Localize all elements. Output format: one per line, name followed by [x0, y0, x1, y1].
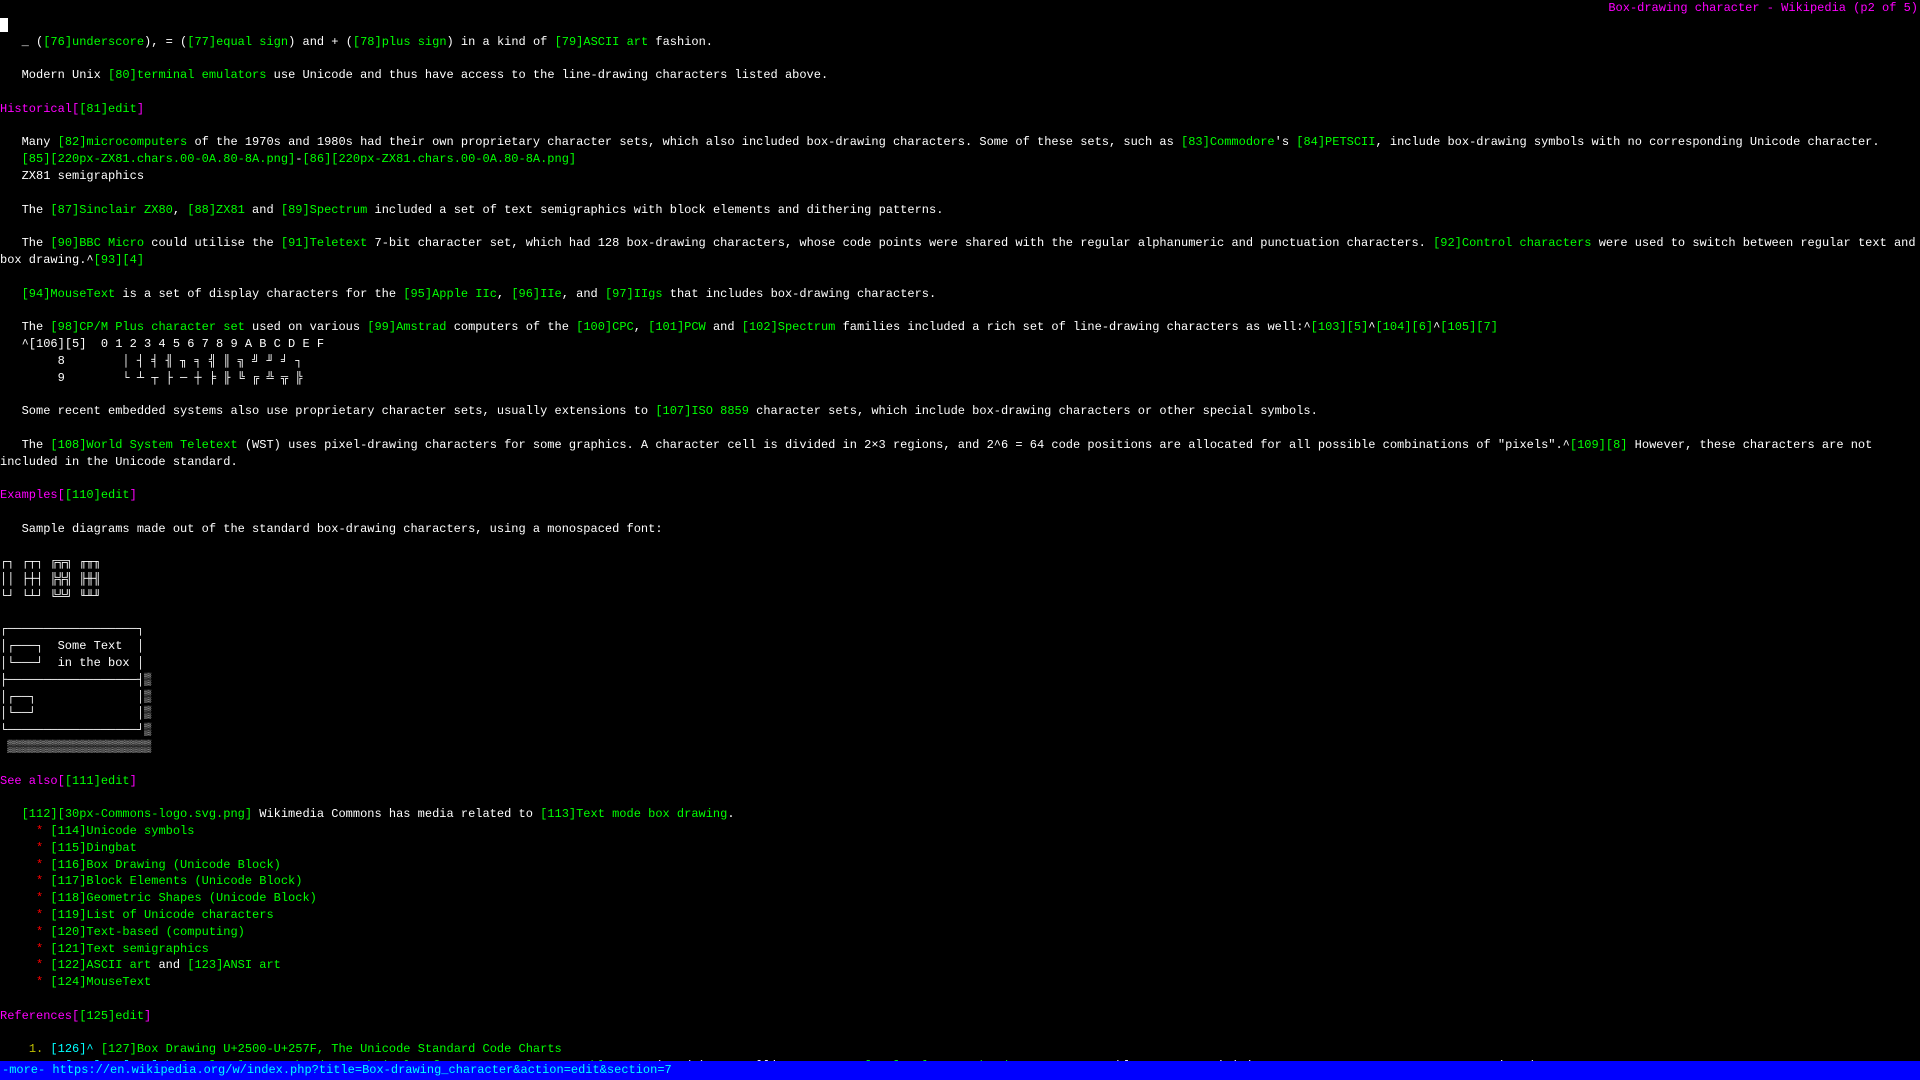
link-ascii-art2[interactable]: [122]ASCII art — [50, 958, 151, 972]
box-diagram-2: ┌──────────────────┐ │┌───┐ Some Text │ … — [0, 622, 151, 754]
link-teletext[interactable]: [91]Teletext — [281, 236, 367, 250]
section-examples: Examples[ — [0, 488, 65, 502]
link-apple-iigs[interactable]: [97]IIgs — [605, 287, 663, 301]
terminal-content: _ ([76]underscore), = ([77]equal sign) a… — [0, 0, 1920, 1080]
link-text-based[interactable]: [120]Text-based (computing) — [50, 925, 244, 939]
link-wst[interactable]: [108]World System Teletext — [50, 438, 237, 452]
link-amstrad[interactable]: [99]Amstrad — [367, 320, 446, 334]
link-block-elements[interactable]: [117]Block Elements (Unicode Block) — [50, 874, 302, 888]
link-equal-sign[interactable]: [77]equal sign — [187, 35, 288, 49]
link-img-zx81b[interactable]: [86][220px-ZX81.chars.00-0A.80-8A.png] — [302, 152, 576, 166]
link-sinclair-zx80[interactable]: [87]Sinclair ZX80 — [50, 203, 172, 217]
status-url: https://en.wikipedia.org/w/index.php?tit… — [52, 1063, 671, 1077]
link-commodore[interactable]: [83]Commodore — [1181, 135, 1275, 149]
link-dingbat[interactable]: [115]Dingbat — [50, 841, 136, 855]
section-historical: Historical[ — [0, 102, 79, 116]
page-title: Box-drawing character - Wikipedia (p2 of… — [1608, 0, 1918, 17]
link-commons-logo[interactable]: [112][30px-Commons-logo.svg.png] — [22, 807, 252, 821]
box-diagram-1: ┌┐ ┌┬┐ ╔╦╗ ╓╥╖ ││ ├┼┤ ╠╬╣ ╟╫╢ └┘ └┴┘ ╚╩╝… — [0, 555, 101, 603]
link-ref109[interactable]: [109][8] — [1570, 438, 1628, 452]
cursor-icon — [0, 18, 8, 32]
link-list-unicode[interactable]: [119]List of Unicode characters — [50, 908, 273, 922]
link-underscore[interactable]: [76]underscore — [43, 35, 144, 49]
section-see-also: See also[ — [0, 774, 65, 788]
link-bbc-micro[interactable]: [90]BBC Micro — [50, 236, 144, 250]
link-box-drawing-block[interactable]: [116]Box Drawing (Unicode Block) — [50, 858, 280, 872]
link-cpc[interactable]: [100]CPC — [576, 320, 634, 334]
link-petscii[interactable]: [84]PETSCII — [1296, 135, 1375, 149]
link-apple-iic[interactable]: [95]Apple IIc — [403, 287, 497, 301]
link-mousetext[interactable]: [94]MouseText — [22, 287, 116, 301]
link-mousetext2[interactable]: [124]MouseText — [50, 975, 151, 989]
link-ref127[interactable]: [127]Box Drawing U+2500-U+257F, The Unic… — [101, 1042, 562, 1056]
link-plus-sign[interactable]: [78]plus sign — [353, 35, 447, 49]
link-edit-seealso[interactable]: [111]edit — [65, 774, 130, 788]
link-iso8859[interactable]: [107]ISO 8859 — [655, 404, 749, 418]
link-ansi-art[interactable]: [123]ANSI art — [187, 958, 281, 972]
link-cpm-plus[interactable]: [98]CP/M Plus character set — [50, 320, 244, 334]
link-ascii-art[interactable]: [79]ASCII art — [555, 35, 649, 49]
link-text-mode-box-drawing[interactable]: [113]Text mode box drawing — [540, 807, 727, 821]
link-ref103[interactable]: [103][5] — [1311, 320, 1369, 334]
link-unicode-symbols[interactable]: [114]Unicode symbols — [50, 824, 194, 838]
link-edit-examples[interactable]: [110]edit — [65, 488, 130, 502]
link-geometric-shapes[interactable]: [118]Geometric Shapes (Unicode Block) — [50, 891, 316, 905]
link-spectrum[interactable]: [89]Spectrum — [281, 203, 367, 217]
link-apple-iie[interactable]: [96]IIe — [511, 287, 561, 301]
link-ref104[interactable]: [104][6] — [1375, 320, 1433, 334]
status-bar: -more- https://en.wikipedia.org/w/index.… — [0, 1061, 1920, 1080]
link-ref126[interactable]: [126]^ — [50, 1042, 93, 1056]
link-edit-refs[interactable]: [125]edit — [79, 1009, 144, 1023]
link-pcw[interactable]: [101]PCW — [648, 320, 706, 334]
link-spectrum2[interactable]: [102]Spectrum — [742, 320, 836, 334]
link-zx81[interactable]: [88]ZX81 — [187, 203, 245, 217]
cpm-table: ^[106][5] 0 1 2 3 4 5 6 7 8 9 A B C D E … — [0, 337, 324, 385]
link-microcomputers[interactable]: [82]microcomputers — [58, 135, 188, 149]
link-img-zx81a[interactable]: [85][220px-ZX81.chars.00-0A.80-8A.png] — [22, 152, 296, 166]
section-references: References[ — [0, 1009, 79, 1023]
link-edit-historical[interactable]: [81]edit — [79, 102, 137, 116]
link-ref105[interactable]: [105][7] — [1440, 320, 1498, 334]
link-terminal-emulators[interactable]: [80]terminal emulators — [108, 68, 266, 82]
link-ref93[interactable]: [93][4] — [94, 253, 144, 267]
link-control-characters[interactable]: [92]Control characters — [1433, 236, 1591, 250]
link-text-semigraphics[interactable]: [121]Text semigraphics — [50, 942, 208, 956]
